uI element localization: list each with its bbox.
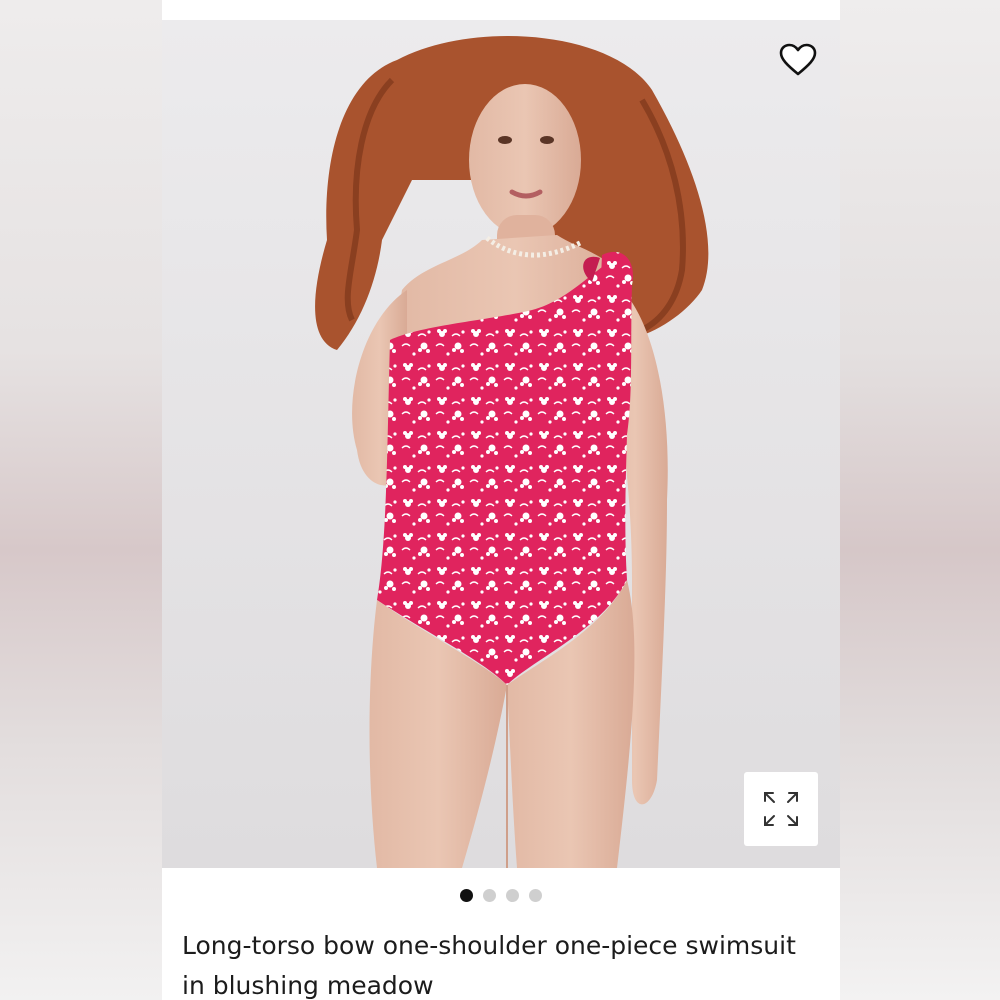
carousel-dot-2[interactable] — [483, 889, 496, 902]
expand-button[interactable] — [744, 772, 818, 846]
product-image[interactable] — [162, 20, 840, 868]
model-illustration — [162, 20, 840, 868]
carousel-indicator — [162, 889, 840, 905]
carousel-dot-1[interactable] — [460, 889, 473, 902]
carousel-dot-3[interactable] — [506, 889, 519, 902]
right-background-blur — [840, 0, 1000, 1000]
carousel-dot-4[interactable] — [529, 889, 542, 902]
product-card: Long-torso bow one-shoulder one-piece sw… — [162, 0, 840, 1000]
heart-icon — [779, 43, 817, 76]
left-background-blur — [0, 0, 162, 1000]
product-title: Long-torso bow one-shoulder one-piece sw… — [182, 931, 796, 1000]
expand-icon — [764, 792, 798, 826]
favorite-button[interactable] — [778, 40, 818, 80]
